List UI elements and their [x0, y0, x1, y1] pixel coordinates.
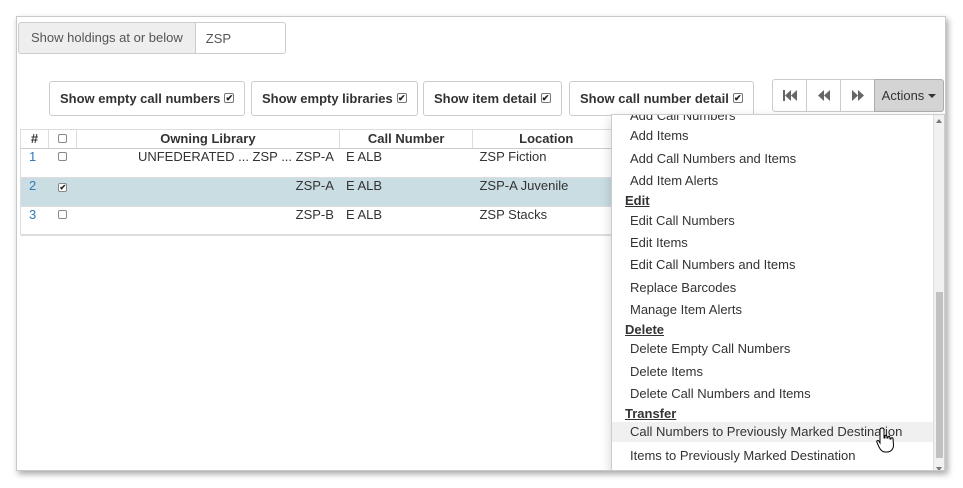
row-checkbox[interactable]	[58, 183, 68, 192]
row-call-number: E ALB	[345, 207, 383, 222]
row-select[interactable]	[49, 149, 77, 177]
row-location: ZSP Fiction	[479, 149, 547, 164]
checkbox-checked-icon[interactable]	[732, 92, 743, 103]
row-call-number: E ALB	[345, 178, 383, 193]
row-num: 2	[29, 178, 37, 193]
first-page-icon	[782, 90, 797, 101]
show-item-detail-toggle[interactable]: Show item detail	[423, 81, 562, 116]
row-location: ZSP-A Juvenile	[479, 178, 569, 193]
menu-header-transfer: Transfer	[625, 406, 677, 421]
toggle-label: Show item detail	[434, 91, 537, 106]
menu-item-delete-empty-call-numbers[interactable]: Delete Empty Call Numbers	[630, 341, 790, 356]
next-page-button[interactable]	[840, 79, 875, 112]
menu-header-delete: Delete	[625, 322, 665, 337]
actions-label: Actions	[881, 88, 925, 103]
menu-item-add-call-numbers[interactable]: Add Call Numbers	[630, 115, 736, 123]
scroll-down-icon[interactable]	[936, 467, 942, 470]
menu-item-transfer-items[interactable]: Items to Previously Marked Destination	[630, 448, 855, 463]
caret-down-icon	[928, 93, 937, 98]
menu-item-edit-call-numbers-items[interactable]: Edit Call Numbers and Items	[630, 257, 795, 272]
holdings-panel: Show holdings at or below Show empty cal…	[16, 16, 946, 471]
row-call-number: E ALB	[345, 149, 383, 164]
row-select[interactable]	[49, 207, 77, 235]
menu-item-manage-item-alerts[interactable]: Manage Item Alerts	[630, 302, 742, 317]
header-location[interactable]: Location	[473, 130, 619, 148]
row-checkbox[interactable]	[58, 210, 68, 219]
menu-scrollbar[interactable]	[933, 115, 944, 470]
header-call-number[interactable]: Call Number	[340, 130, 474, 148]
row-num: 3	[29, 207, 37, 222]
hand-cursor-icon	[876, 427, 895, 453]
checkbox-checked-icon[interactable]	[396, 92, 407, 103]
menu-item-delete-items[interactable]: Delete Items	[630, 364, 703, 379]
checkbox-checked-icon[interactable]	[540, 92, 551, 103]
menu-item-add-item-alerts[interactable]: Add Item Alerts	[630, 173, 718, 188]
header-num: #	[21, 130, 49, 148]
holdings-filter-input[interactable]	[194, 22, 286, 54]
menu-item-delete-call-numbers-items[interactable]: Delete Call Numbers and Items	[630, 386, 811, 401]
holdings-filter-label: Show holdings at or below	[18, 22, 195, 54]
row-owning-library: ZSP-B	[295, 207, 334, 222]
menu-header-edit: Edit	[625, 193, 650, 208]
menu-item-edit-call-numbers[interactable]: Edit Call Numbers	[630, 213, 735, 228]
row-checkbox[interactable]	[58, 152, 68, 161]
toggle-label: Show call number detail	[580, 91, 729, 106]
show-empty-libraries-toggle[interactable]: Show empty libraries	[251, 81, 418, 116]
scrollbar-thumb[interactable]	[936, 292, 943, 458]
holdings-grid: # Owning Library Call Number Location 1 …	[20, 129, 620, 236]
header-owning-library[interactable]: Owning Library	[77, 130, 340, 148]
menu-item-add-call-numbers-items[interactable]: Add Call Numbers and Items	[630, 151, 796, 166]
next-page-icon	[851, 90, 864, 101]
actions-dropdown-button[interactable]: Actions	[874, 79, 944, 112]
prev-page-button[interactable]	[806, 79, 841, 112]
menu-item-add-items[interactable]: Add Items	[630, 128, 689, 143]
row-select[interactable]	[49, 178, 77, 206]
menu-item-edit-items[interactable]: Edit Items	[630, 235, 688, 250]
toggle-label: Show empty call numbers	[60, 91, 221, 106]
grid-header: # Owning Library Call Number Location	[21, 129, 619, 149]
show-call-number-detail-toggle[interactable]: Show call number detail	[569, 81, 754, 116]
holdings-filter: Show holdings at or below	[18, 22, 286, 54]
table-row[interactable]: 1 UNFEDERATED ... ZSP ... ZSP-A E ALB ZS…	[21, 149, 619, 178]
toggle-label: Show empty libraries	[262, 91, 393, 106]
prev-page-icon	[817, 90, 830, 101]
scroll-up-icon[interactable]	[936, 119, 942, 123]
first-page-button[interactable]	[772, 79, 807, 112]
row-owning-library: UNFEDERATED ... ZSP ... ZSP-A	[137, 149, 334, 164]
checkbox-checked-icon[interactable]	[224, 92, 235, 103]
table-row[interactable]: 2 ZSP-A E ALB ZSP-A Juvenile	[21, 178, 619, 207]
pager: Actions	[772, 79, 944, 112]
header-select-all[interactable]	[49, 130, 77, 148]
table-row[interactable]: 3 ZSP-B E ALB ZSP Stacks	[21, 207, 619, 236]
row-owning-library: ZSP-A	[295, 178, 334, 193]
show-empty-call-numbers-toggle[interactable]: Show empty call numbers	[49, 81, 246, 116]
actions-dropdown-menu: Add Call Numbers Add Items Add Call Numb…	[611, 114, 945, 470]
select-all-checkbox[interactable]	[57, 134, 67, 143]
row-location: ZSP Stacks	[479, 207, 548, 222]
menu-item-replace-barcodes[interactable]: Replace Barcodes	[630, 280, 736, 295]
row-num: 1	[29, 149, 37, 164]
